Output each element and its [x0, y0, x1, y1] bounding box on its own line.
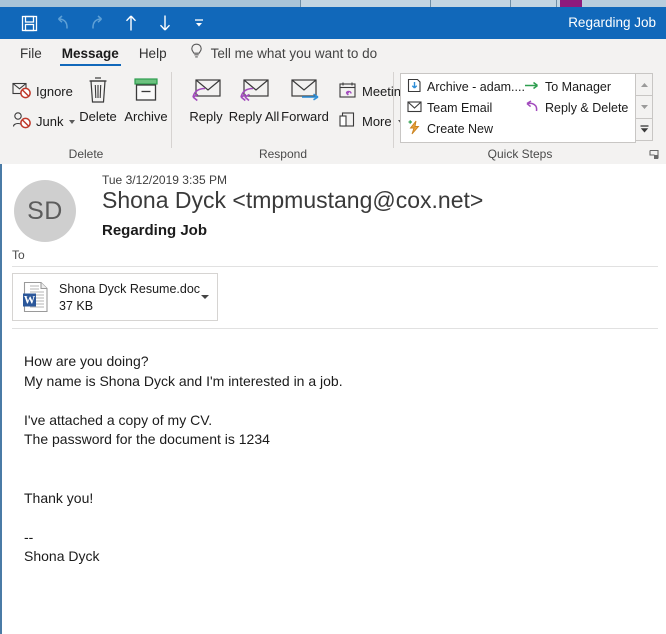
header-divider — [12, 266, 658, 267]
ignore-label: Ignore — [36, 84, 73, 99]
customize-quick-access-toolbar-icon[interactable] — [188, 12, 210, 34]
ribbon-tab-strip: File Message Help Tell me what you want … — [0, 39, 666, 67]
quick-step-team-email[interactable]: Team Email — [407, 99, 492, 117]
forward-arrow-icon — [523, 78, 540, 96]
delete-icon — [85, 75, 111, 108]
quick-steps-scroll-down-button[interactable] — [635, 95, 653, 118]
group-title-delete: Delete — [68, 147, 104, 161]
body-line: My name is Shona Dyck and I'm interested… — [24, 372, 343, 389]
quick-step-team-email-label: Team Email — [427, 101, 493, 115]
reply-all-button[interactable]: Reply All — [228, 77, 280, 124]
junk-label: Junk — [36, 114, 64, 129]
to-field-label: To — [12, 248, 25, 262]
body-line: I've attached a copy of my CV. — [24, 411, 213, 428]
ribbon: Ignore Junk Delete Archive Delete Reply … — [0, 67, 666, 165]
quick-steps-scroll-up-button[interactable] — [635, 73, 653, 96]
quick-step-archive-label: Archive - adam.... — [427, 80, 525, 94]
archive-icon — [132, 75, 160, 108]
move-to-folder-icon — [407, 78, 422, 96]
quick-steps-gallery: Archive - adam.... Team Email Create New… — [400, 73, 636, 143]
body-line: -- — [24, 528, 34, 545]
body-line — [24, 450, 624, 470]
create-new-icon — [407, 120, 422, 138]
svg-text:W: W — [24, 295, 36, 307]
tab-help[interactable]: Help — [129, 39, 177, 67]
reply-icon — [189, 77, 223, 108]
body-line: Thank you! — [24, 489, 94, 506]
window-title: Regarding Job — [568, 15, 656, 30]
attachment-chip[interactable]: W Shona Dyck Resume.doc 37 KB — [12, 273, 218, 321]
reply-arrow-icon — [523, 99, 540, 117]
attachment-filename: Shona Dyck Resume.doc — [59, 282, 201, 296]
reply-label: Reply — [189, 109, 223, 124]
quick-step-archive[interactable]: Archive - adam.... — [407, 78, 525, 96]
background-window-sliver — [0, 0, 666, 7]
tab-file[interactable]: File — [10, 39, 52, 67]
quick-step-create-new-label: Create New — [427, 122, 493, 136]
junk-icon — [12, 111, 32, 132]
attachment-chevron-down-icon[interactable] — [201, 295, 209, 299]
title-bar: Regarding Job — [0, 7, 666, 39]
tab-message[interactable]: Message — [52, 39, 129, 67]
attachment-size: 37 KB — [59, 299, 94, 313]
archive-button[interactable]: Archive — [120, 75, 172, 124]
more-icon — [338, 111, 358, 132]
junk-button[interactable]: Junk — [12, 111, 76, 132]
outlook-message-window: Regarding Job File Message Help Tell me … — [0, 0, 666, 634]
tell-me-label: Tell me what you want to do — [210, 45, 378, 61]
ignore-icon — [12, 81, 32, 102]
group-title-quick-steps: Quick Steps — [487, 147, 553, 161]
forward-label: Forward — [281, 109, 329, 124]
reply-button[interactable]: Reply — [180, 77, 232, 124]
message-body: How are you doing? My name is Shona Dyck… — [24, 352, 624, 567]
body-line: The password for the document is 1234 — [24, 431, 270, 447]
body-line: How are you doing? — [24, 353, 149, 369]
group-title-respond: Respond — [258, 147, 308, 161]
message-date: Tue 3/12/2019 3:35 PM — [102, 173, 227, 187]
quick-steps-scroll-buttons — [635, 73, 653, 141]
ribbon-group-quick-steps: Archive - adam.... Team Email Create New… — [394, 67, 666, 163]
previous-item-icon[interactable] — [120, 12, 142, 34]
attachment-divider — [12, 328, 658, 329]
lightbulb-icon — [189, 43, 204, 63]
quick-access-toolbar — [18, 7, 210, 39]
body-line: Shona Dyck — [24, 548, 100, 564]
quick-step-reply-delete-label: Reply & Delete — [545, 101, 629, 115]
archive-label: Archive — [124, 109, 168, 124]
quick-step-reply-delete[interactable]: Reply & Delete — [523, 99, 628, 117]
forward-button[interactable]: Forward — [276, 77, 334, 124]
body-line — [24, 469, 624, 489]
word-document-icon: W — [21, 281, 51, 313]
more-label: More — [362, 114, 392, 129]
quick-steps-more-button[interactable] — [635, 117, 653, 141]
next-item-icon[interactable] — [154, 12, 176, 34]
ribbon-group-delete: Ignore Junk Delete Archive Delete — [0, 67, 172, 163]
reply-all-icon — [237, 77, 271, 108]
quick-step-to-manager[interactable]: To Manager — [523, 78, 611, 96]
message-sender[interactable]: Shona Dyck <tmpmustang@cox.net> — [102, 187, 483, 214]
undo-icon[interactable] — [52, 12, 74, 34]
ribbon-group-respond: Reply Reply All Forward Meeting More Res… — [172, 67, 408, 163]
reading-pane: SD Tue 3/12/2019 3:35 PM Shona Dyck <tmp… — [0, 164, 666, 634]
quick-steps-dialog-launcher[interactable] — [648, 148, 660, 160]
message-subject: Regarding Job — [102, 222, 208, 239]
redo-icon[interactable] — [86, 12, 108, 34]
meeting-icon — [338, 81, 358, 102]
delete-button[interactable]: Delete — [72, 75, 124, 124]
save-icon[interactable] — [18, 12, 40, 34]
forward-icon — [288, 77, 322, 108]
body-line — [24, 391, 624, 411]
reply-all-label: Reply All — [228, 109, 280, 124]
avatar: SD — [14, 180, 76, 242]
envelope-icon — [407, 99, 422, 117]
ignore-button[interactable]: Ignore — [12, 81, 73, 102]
tell-me-search[interactable]: Tell me what you want to do — [189, 43, 378, 63]
body-line — [24, 508, 624, 528]
delete-label: Delete — [79, 109, 117, 124]
quick-step-create-new[interactable]: Create New — [407, 120, 493, 138]
quick-step-to-manager-label: To Manager — [545, 80, 612, 94]
